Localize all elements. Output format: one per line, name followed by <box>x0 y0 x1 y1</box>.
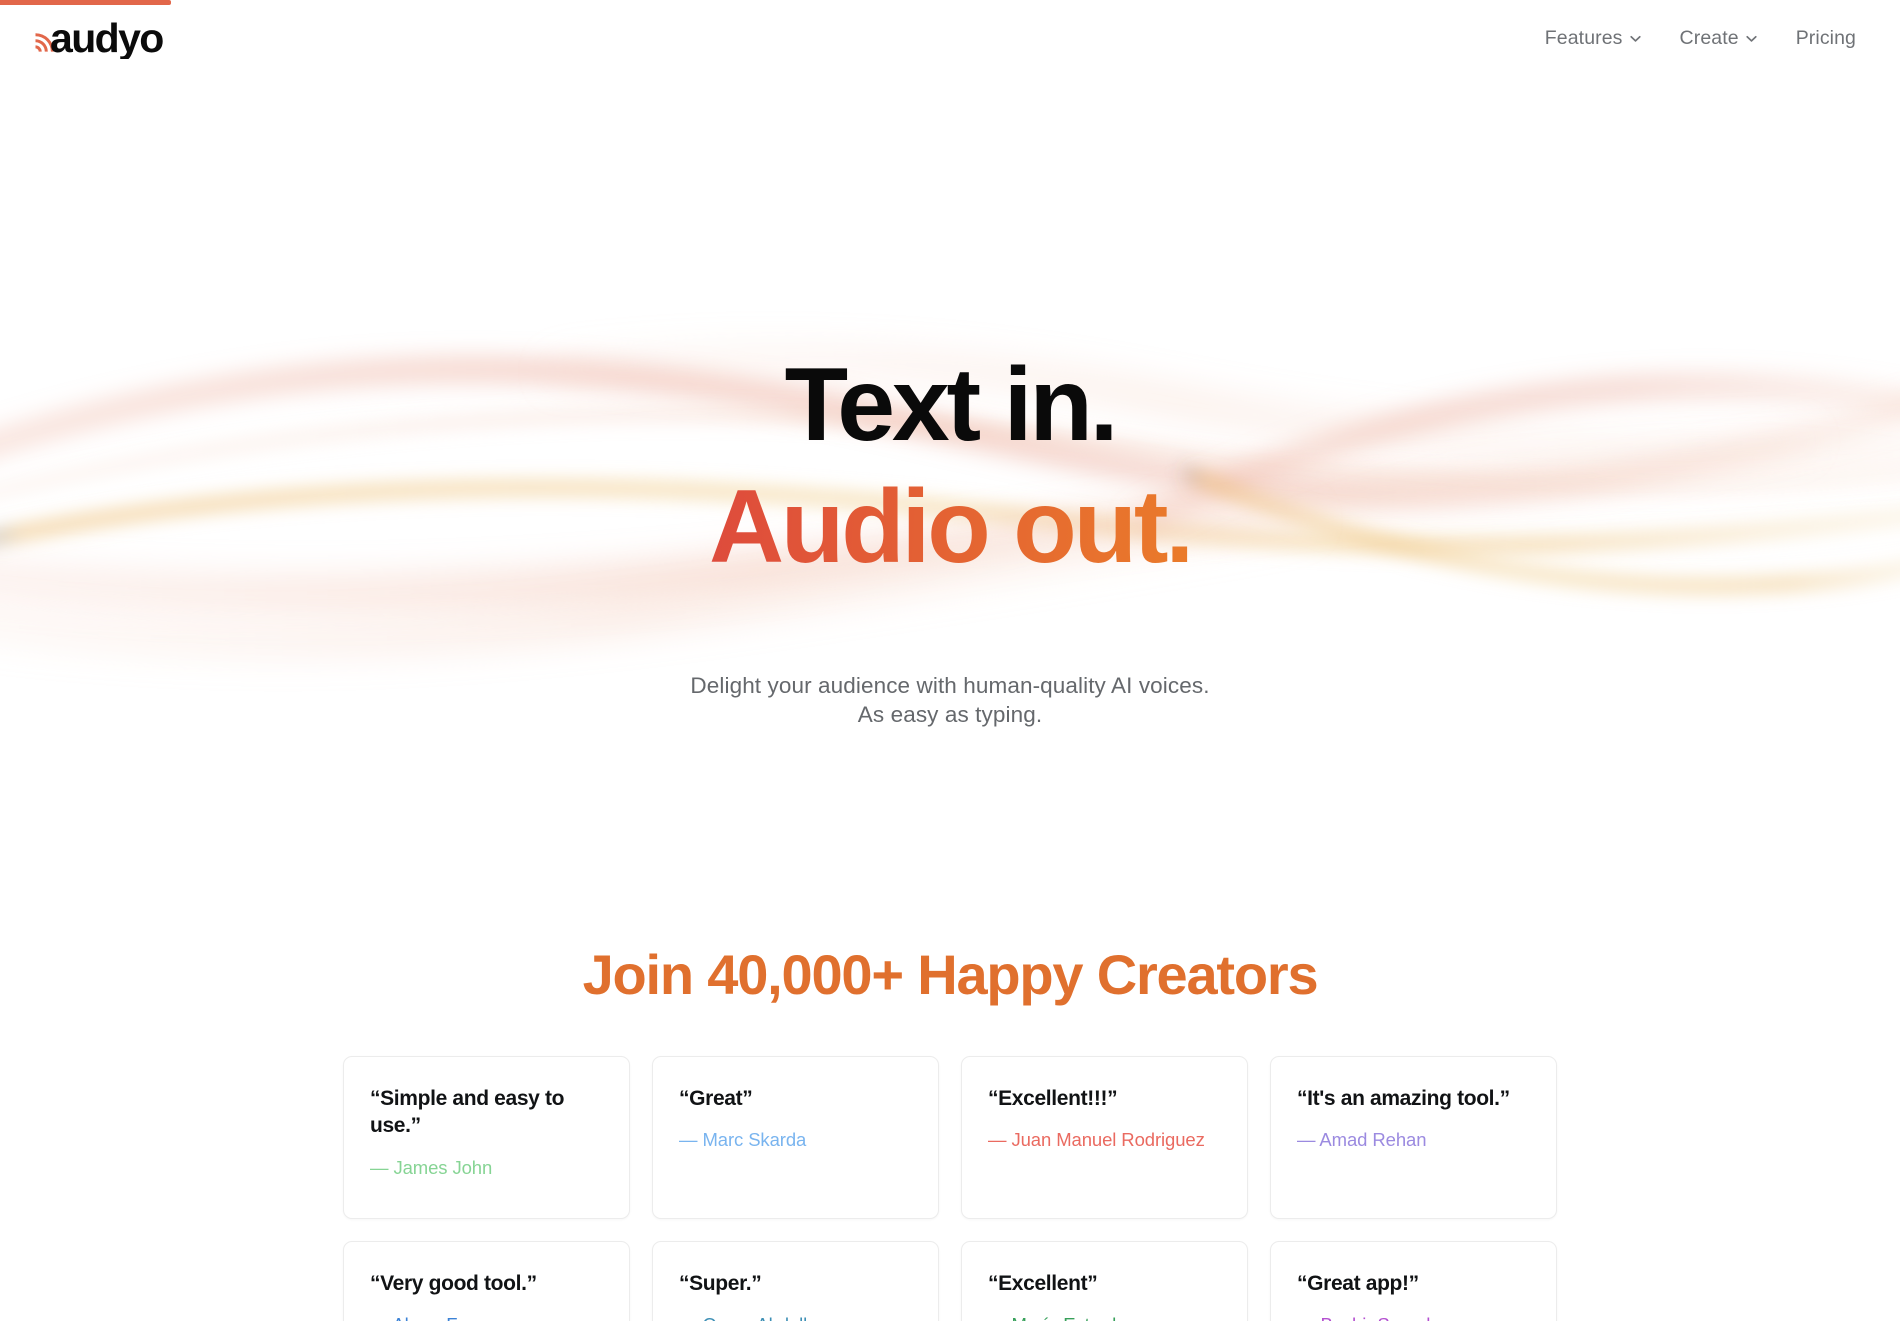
hero-subheadline-line-2: As easy as typing. <box>857 701 1043 727</box>
nav-item-create[interactable]: Create <box>1680 27 1758 50</box>
testimonial-author: — Orxan Abdullayev <box>679 1313 912 1321</box>
testimonial-quote: “Great app!” <box>1297 1271 1419 1295</box>
testimonials-wrapper: “Simple and easy to use.” — James John “Gr… <box>343 1055 1557 1321</box>
brand-logo-link[interactable]: audyo <box>32 13 212 64</box>
landing-page: Text in. Audio out. Delight your audienc… <box>0 0 1900 1321</box>
testimonial-quote: “Excellent” <box>988 1271 1098 1295</box>
testimonial-author: — Amad Rehan <box>1297 1129 1427 1151</box>
testimonial-author: — María Estrada <box>988 1313 1221 1321</box>
scroll-progress-fill <box>0 0 171 5</box>
chevron-down-icon <box>1629 32 1642 45</box>
testimonial-card: “Great” — Marc Skarda <box>652 1055 939 1219</box>
nav-item-create-label: Create <box>1679 26 1739 49</box>
nav-item-features[interactable]: Features <box>1545 27 1642 50</box>
testimonial-card: “Simple and easy to use.” — James John <box>343 1055 630 1219</box>
testimonial-quote: “Great” <box>679 1086 753 1110</box>
testimonial-author: — Bashir Saeed <box>1297 1313 1530 1321</box>
testimonial-author: — Alwyn F <box>370 1313 603 1321</box>
testimonial-card: “Excellent!!!” — Juan Manuel Rodriguez <box>961 1055 1248 1219</box>
testimonial-author: — Juan Manuel Rodriguez <box>988 1129 1205 1151</box>
hero-section: Text in. Audio out. Delight your audienc… <box>0 0 1900 880</box>
testimonial-quote: “It's an amazing tool.” <box>1297 1086 1510 1110</box>
svg-text:audyo: audyo <box>50 15 163 59</box>
scroll-progress-bar <box>0 0 1900 5</box>
headline-line-1: Text in. <box>784 347 1119 463</box>
main-navigation: Features Create Pricing <box>1545 27 1856 50</box>
headline-line-2: Audio out. <box>708 468 1194 585</box>
site-header: audyo Features Create Pricing <box>0 0 1900 76</box>
testimonials-grid: “Simple and easy to use.” — James John “Gr… <box>343 1055 1557 1321</box>
social-proof-section: Join 40,000+ Happy Creators “Simple and … <box>0 880 1900 1321</box>
testimonial-card: “Very good tool.” — Alwyn F <box>343 1240 630 1321</box>
testimonial-quote: “Super.” <box>679 1271 762 1295</box>
testimonial-quote: “Excellent!!!” <box>988 1086 1118 1110</box>
page-title: Text in. Audio out. <box>708 353 1194 585</box>
testimonial-quote: “Very good tool.” <box>370 1271 537 1295</box>
hero-subheadline: Delight your audience with human-quality… <box>690 672 1209 730</box>
testimonial-card: “Excellent” — María Estrada <box>961 1240 1248 1321</box>
testimonial-author: — Marc Skarda <box>679 1129 807 1151</box>
audio-wave-icon: audyo <box>32 13 212 64</box>
hero-subheadline-line-1: Delight your audience with human-quality… <box>690 672 1210 698</box>
testimonial-card: “It's an amazing tool.” — Amad Rehan <box>1270 1055 1557 1219</box>
nav-item-pricing-label: Pricing <box>1795 26 1856 49</box>
testimonial-card: “Super.” — Orxan Abdullayev <box>652 1240 939 1321</box>
nav-item-features-label: Features <box>1544 26 1623 49</box>
testimonial-quote: “Simple and easy to use.” <box>370 1086 565 1138</box>
testimonial-author: — James John <box>370 1157 493 1179</box>
testimonial-card: “Great app!” — Bashir Saeed <box>1270 1240 1557 1321</box>
chevron-down-icon <box>1745 32 1758 45</box>
social-proof-title: Join 40,000+ Happy Creators <box>582 943 1319 1006</box>
nav-item-pricing[interactable]: Pricing <box>1796 27 1856 50</box>
